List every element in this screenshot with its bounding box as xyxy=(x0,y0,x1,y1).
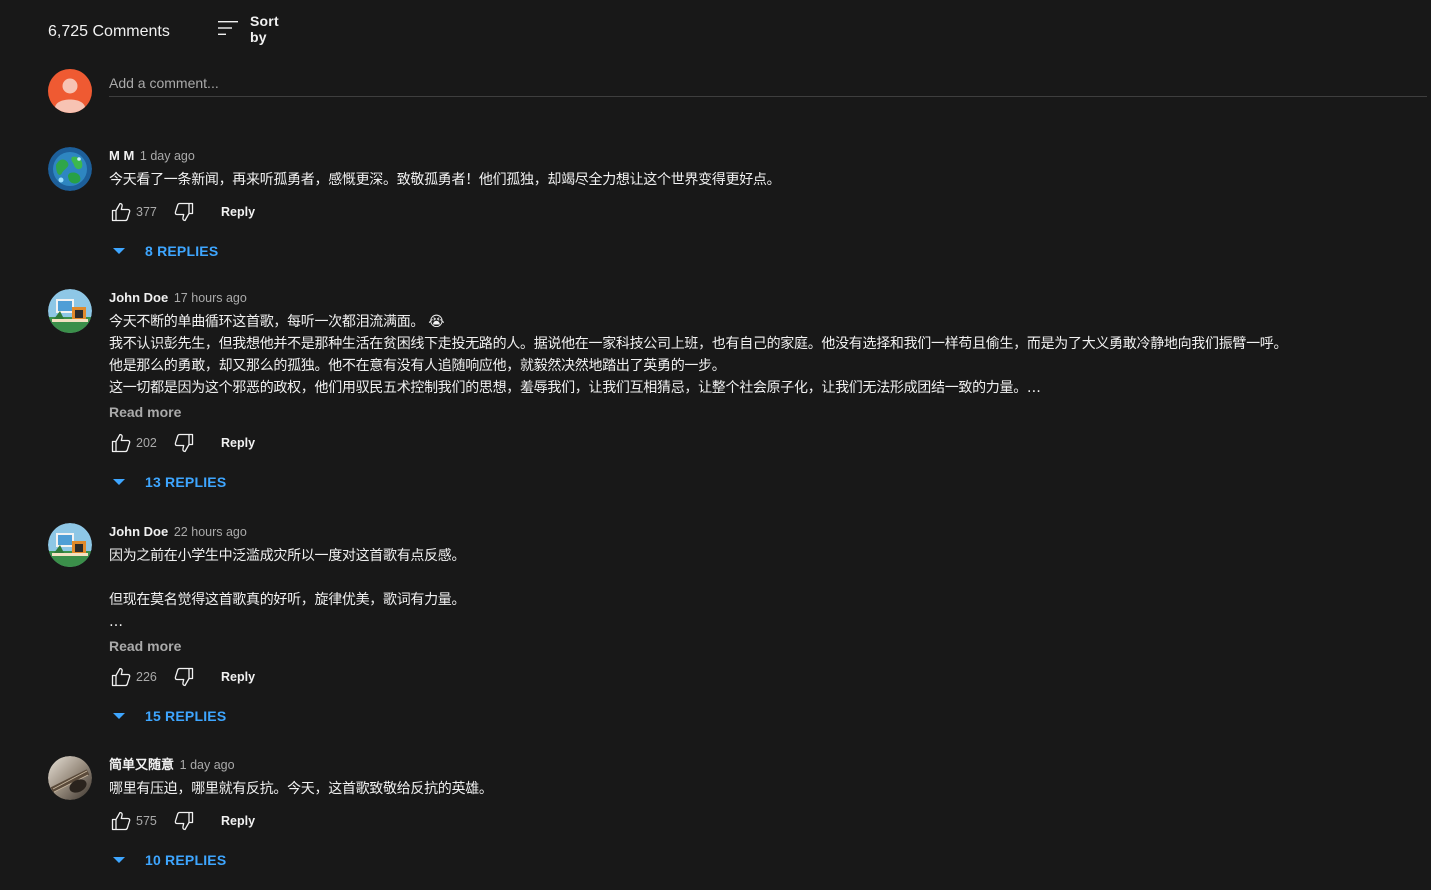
view-replies-button[interactable]: 8 REPLIES xyxy=(113,236,1419,266)
thumbs-down-icon xyxy=(174,202,194,222)
desk-avatar[interactable] xyxy=(48,523,92,567)
thumbs-down-icon xyxy=(174,667,194,687)
caret-down-icon xyxy=(113,713,125,719)
comment-time[interactable]: 22 hours ago xyxy=(174,525,247,539)
add-comment-row xyxy=(48,69,1427,113)
reply-button[interactable]: Reply xyxy=(221,670,255,684)
like-button[interactable] xyxy=(109,200,133,224)
comment-text: 因为之前在小学生中泛滥成灾所以一度对这首歌有点反感。 但现在莫名觉得这首歌真的好… xyxy=(109,548,466,630)
thumbs-up-icon xyxy=(111,433,131,453)
like-button[interactable] xyxy=(109,431,133,455)
thumbs-up-icon xyxy=(111,202,131,222)
sort-button[interactable]: Sort by xyxy=(216,13,279,45)
replies-label: 10 REPLIES xyxy=(145,852,227,868)
comments-section: 6,725 Comments Sort by Add a comment... … xyxy=(0,0,1431,890)
comment-author[interactable]: John Doe xyxy=(109,290,168,305)
reply-button[interactable]: Reply xyxy=(221,814,255,828)
comment-text: 今天看了一条新闻，再来听孤勇者，感慨更深。致敬孤勇者！他们孤独，却竭尽全力想让这… xyxy=(109,172,781,188)
comment-author[interactable]: John Doe xyxy=(109,524,168,539)
like-button[interactable] xyxy=(109,665,133,689)
replies-label: 8 REPLIES xyxy=(145,243,219,259)
comment-text: 今天不断的单曲循环这首歌，每听一次都泪流满面。 😭 我不认识彭先生，但我想他并不… xyxy=(109,314,1288,396)
reply-button[interactable]: Reply xyxy=(221,205,255,219)
guitar-avatar[interactable] xyxy=(48,756,92,800)
comment-actions: 226 Reply xyxy=(109,665,1419,689)
dislike-button[interactable] xyxy=(172,200,196,224)
comment-meta: 简单又随意 1 day ago xyxy=(109,756,1419,774)
comment-meta: M M 1 day ago xyxy=(109,147,1419,165)
comment-time[interactable]: 1 day ago xyxy=(180,758,235,772)
add-comment-input[interactable] xyxy=(109,69,1427,97)
comment-count: 6,725 Comments xyxy=(48,23,170,40)
comment-meta: John Doe 22 hours ago xyxy=(109,523,1419,541)
thumbs-down-icon xyxy=(174,433,194,453)
sort-icon xyxy=(216,17,240,41)
comment-actions: 377 Reply xyxy=(109,200,1419,224)
view-replies-button[interactable]: 15 REPLIES xyxy=(113,701,1419,731)
desk-avatar[interactable] xyxy=(48,289,92,333)
comment-body: John Doe 17 hours ago 今天不断的单曲循环这首歌，每听一次都… xyxy=(109,289,1419,497)
replies-label: 13 REPLIES xyxy=(145,474,227,490)
like-count: 377 xyxy=(136,205,157,219)
comment-author[interactable]: 简单又随意 xyxy=(109,757,174,772)
thumbs-up-icon xyxy=(111,811,131,831)
caret-down-icon xyxy=(113,857,125,863)
dislike-button[interactable] xyxy=(172,665,196,689)
comments-header: 6,725 Comments Sort by xyxy=(48,13,279,45)
globe-avatar[interactable] xyxy=(48,147,92,191)
comment-actions: 202 Reply xyxy=(109,431,1419,455)
dislike-button[interactable] xyxy=(172,431,196,455)
comment-time[interactable]: 1 day ago xyxy=(140,149,195,163)
sort-label: Sort by xyxy=(250,13,279,45)
dislike-button[interactable] xyxy=(172,809,196,833)
comment-text: 哪里有压迫，哪里就有反抗。今天，这首歌致敬给反抗的英雄。 xyxy=(109,781,493,797)
read-more-link[interactable]: Read more xyxy=(109,402,1419,422)
like-count: 202 xyxy=(136,436,157,450)
read-more-link[interactable]: Read more xyxy=(109,636,1419,656)
comment-body: 简单又随意 1 day ago 哪里有压迫，哪里就有反抗。今天，这首歌致敬给反抗… xyxy=(109,756,1419,875)
replies-label: 15 REPLIES xyxy=(145,708,227,724)
caret-down-icon xyxy=(113,479,125,485)
comment-time[interactable]: 17 hours ago xyxy=(174,291,247,305)
comment-actions: 575 Reply xyxy=(109,809,1419,833)
comment-meta: John Doe 17 hours ago xyxy=(109,289,1419,307)
thumbs-up-icon xyxy=(111,667,131,687)
view-replies-button[interactable]: 10 REPLIES xyxy=(113,845,1419,875)
comment-author[interactable]: M M xyxy=(109,148,134,163)
comment-body: John Doe 22 hours ago 因为之前在小学生中泛滥成灾所以一度对… xyxy=(109,523,1419,731)
like-button[interactable] xyxy=(109,809,133,833)
reply-button[interactable]: Reply xyxy=(221,436,255,450)
like-count: 575 xyxy=(136,814,157,828)
thumbs-down-icon xyxy=(174,811,194,831)
caret-down-icon xyxy=(113,248,125,254)
view-replies-button[interactable]: 13 REPLIES xyxy=(113,467,1419,497)
user-avatar[interactable] xyxy=(48,69,92,113)
comment-body: M M 1 day ago 今天看了一条新闻，再来听孤勇者，感慨更深。致敬孤勇者… xyxy=(109,147,1419,266)
like-count: 226 xyxy=(136,670,157,684)
